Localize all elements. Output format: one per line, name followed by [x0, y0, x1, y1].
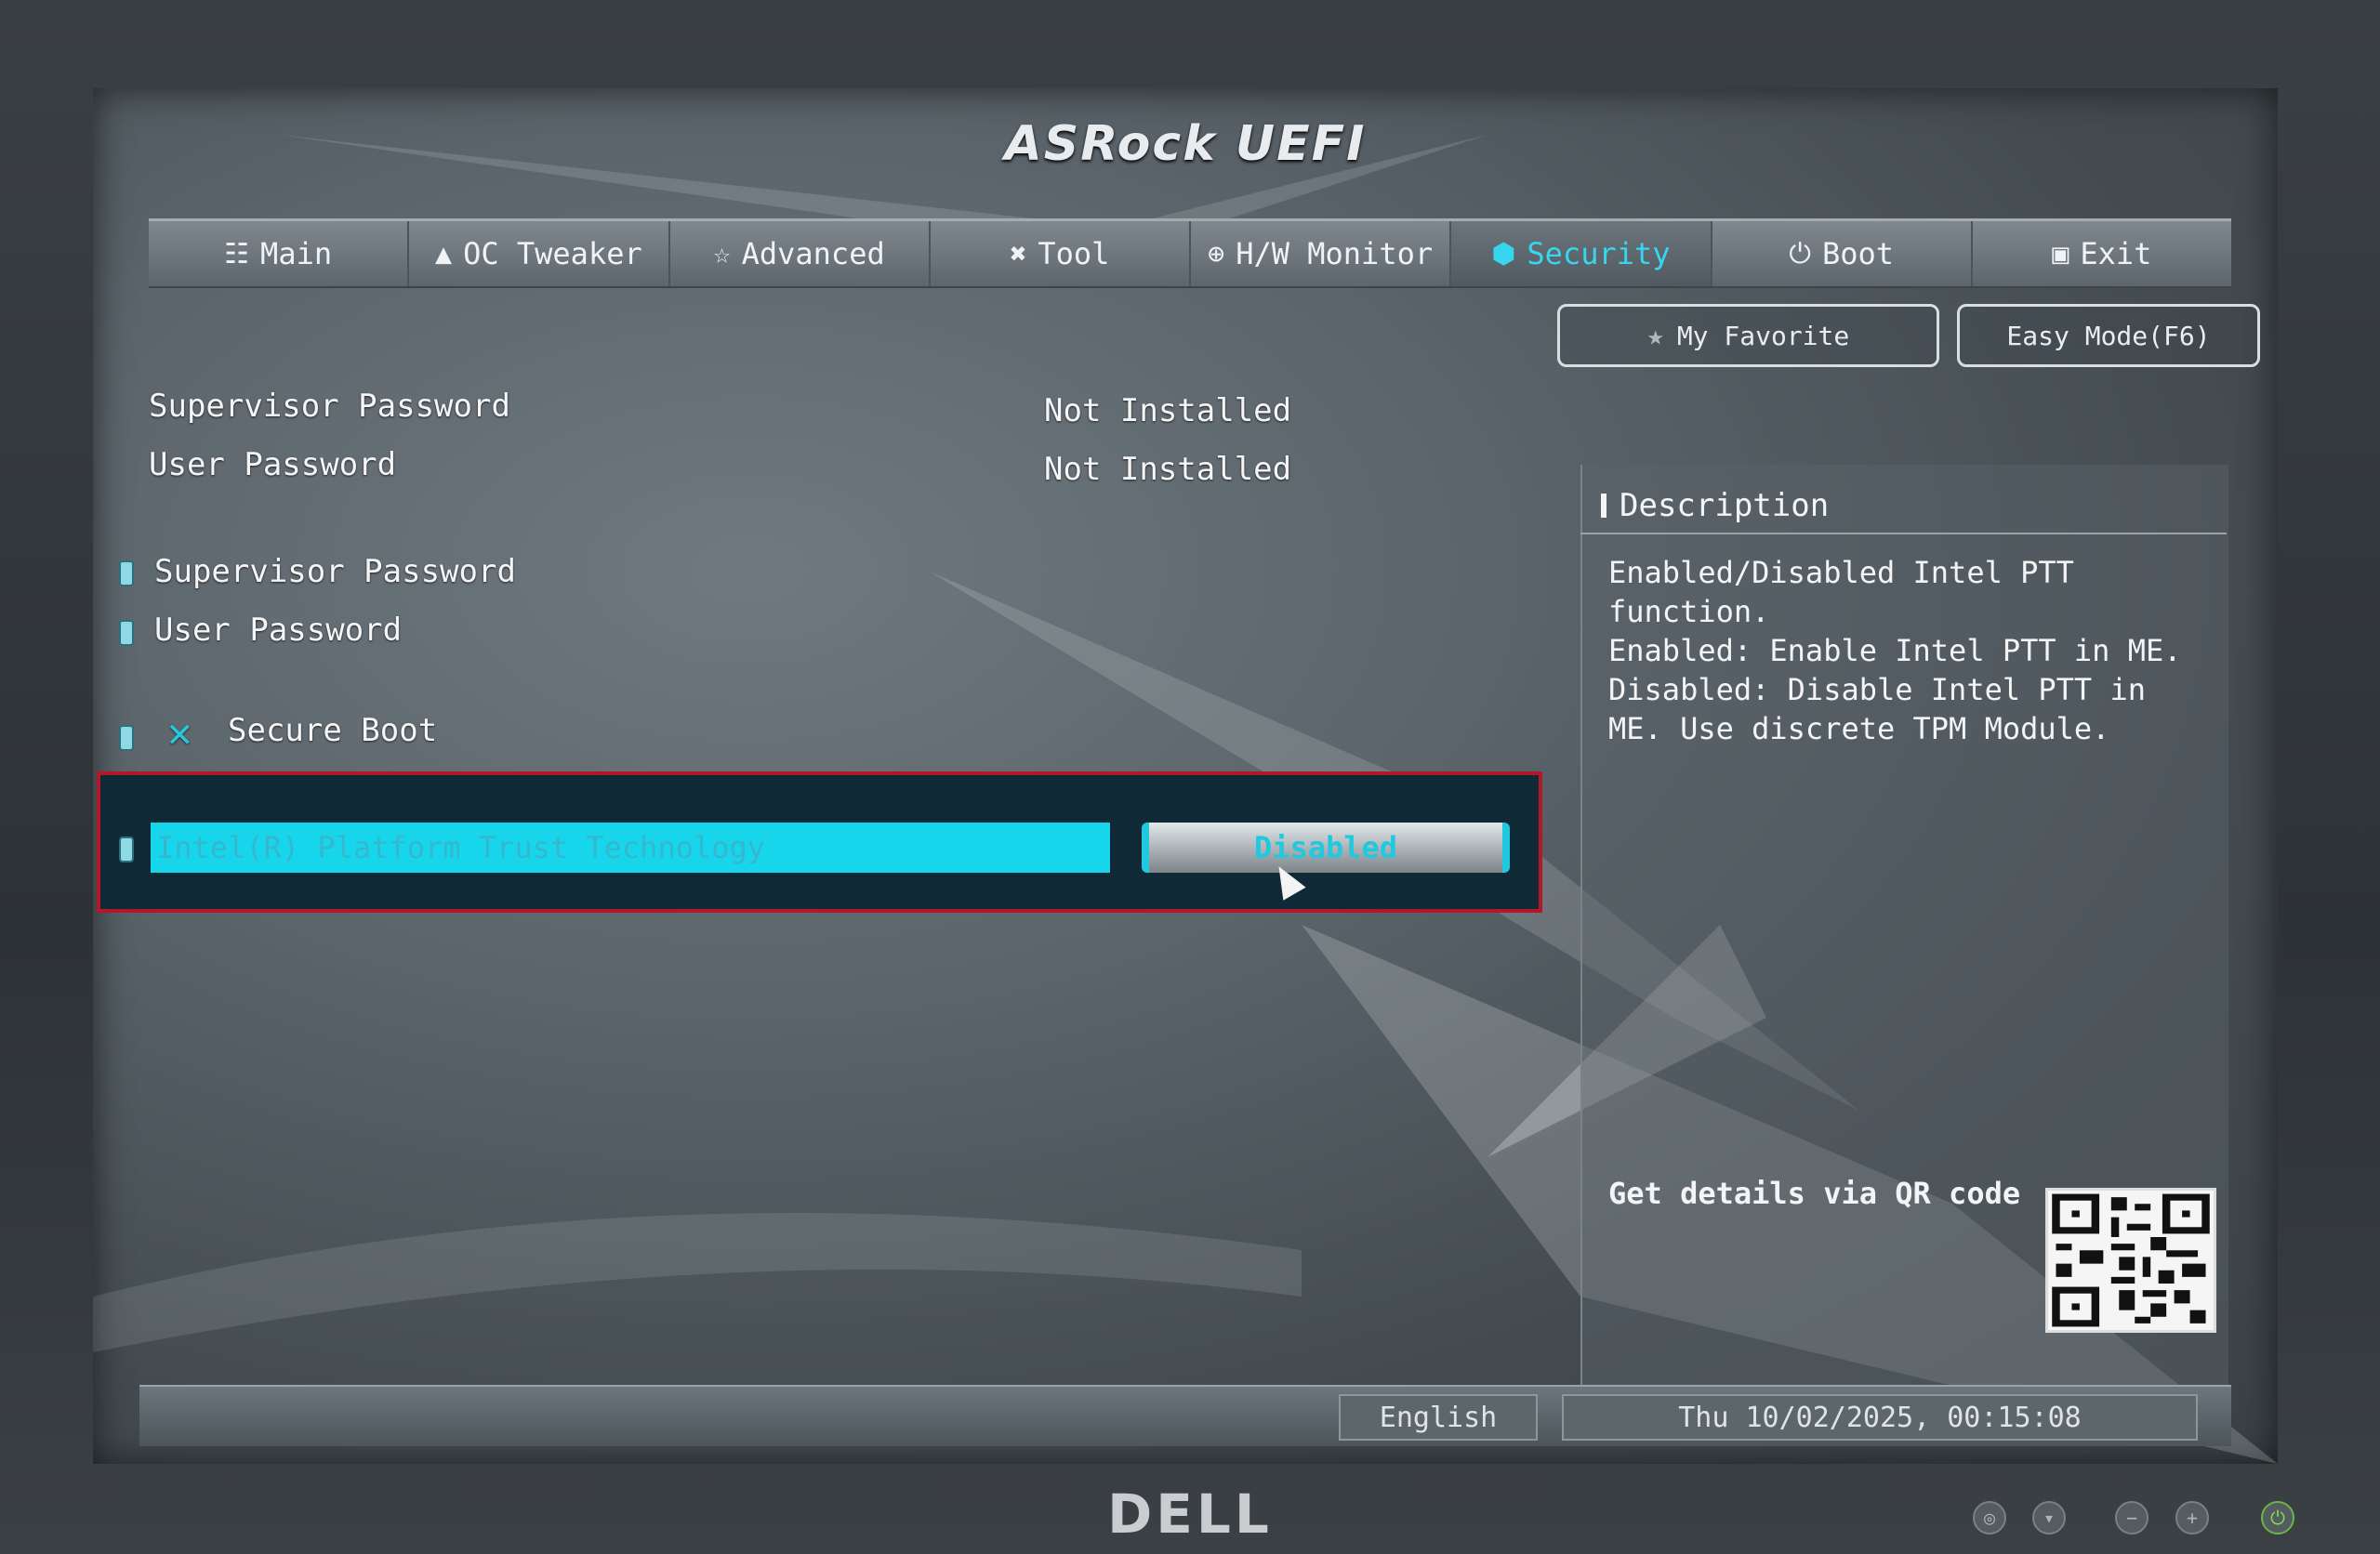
- menu-item-user-password[interactable]: User Password: [154, 612, 402, 649]
- qr-code-icon: [2045, 1188, 2216, 1333]
- status-label-user: User Password: [149, 446, 397, 483]
- status-value-supervisor: Not Installed: [1044, 392, 1292, 429]
- crosshair-icon: ⊕: [1208, 237, 1225, 270]
- info-bar-icon: [1601, 494, 1606, 518]
- menu-item-secure-boot[interactable]: Secure Boot: [228, 712, 437, 749]
- monitor-power-icon[interactable]: ⏻: [2261, 1501, 2294, 1534]
- rocket-icon: ▲: [435, 237, 453, 270]
- easy-mode-button[interactable]: Easy Mode(F6): [1957, 304, 2260, 367]
- item-bullet-icon: [119, 620, 134, 646]
- uefi-screen: ASRock UEFI ☷ Main ▲ OC Tweaker ☆ Advanced …: [93, 88, 2278, 1464]
- status-label-supervisor: Supervisor Password: [149, 388, 510, 425]
- tools-icon: ✖: [1010, 237, 1027, 270]
- list-icon: ☷: [224, 237, 250, 270]
- tab-boot[interactable]: ⏻ Boot: [1712, 221, 1973, 286]
- tab-exit[interactable]: ▣ Exit: [1973, 221, 2231, 286]
- item-bullet-icon: [119, 836, 134, 863]
- monitor-input-button[interactable]: ◎: [1973, 1501, 2006, 1534]
- power-icon: ⏻: [1789, 237, 1811, 270]
- tab-security[interactable]: ⬢ Security: [1451, 221, 1712, 286]
- date-time-display: Thu 10/02/2025, 00:15:08: [1562, 1394, 2198, 1441]
- shield-icon: ⬢: [1491, 237, 1516, 270]
- monitor-minus-button[interactable]: −: [2115, 1501, 2149, 1534]
- menu-item-intel-ptt[interactable]: Intel(R) Platform Trust Technology: [151, 823, 1110, 873]
- my-favorite-button[interactable]: ★ My Favorite: [1557, 304, 1939, 367]
- exit-icon: ▣: [2052, 237, 2069, 270]
- tab-bar: ☷ Main ▲ OC Tweaker ☆ Advanced ✖ Tool ⊕ H/W M…: [149, 218, 2231, 288]
- tab-main[interactable]: ☷ Main: [149, 221, 410, 286]
- menu-item-supervisor-password[interactable]: Supervisor Password: [154, 553, 516, 590]
- star-icon: ☆: [713, 237, 731, 270]
- tab-advanced[interactable]: ☆ Advanced: [670, 221, 931, 286]
- language-selector[interactable]: English: [1339, 1394, 1538, 1441]
- intel-ptt-value-dropdown[interactable]: Disabled: [1142, 823, 1510, 873]
- tools-icon: ✕: [167, 709, 192, 757]
- monitor-brand-logo: DELL: [1107, 1482, 1273, 1546]
- monitor-menu-button[interactable]: ▾: [2032, 1501, 2066, 1534]
- item-bullet-icon: [119, 725, 134, 751]
- tab-hw-monitor[interactable]: ⊕ H/W Monitor: [1191, 221, 1452, 286]
- tab-oc-tweaker[interactable]: ▲ OC Tweaker: [409, 221, 670, 286]
- monitor-plus-button[interactable]: +: [2175, 1501, 2209, 1534]
- star-icon: ★: [1646, 319, 1664, 352]
- qr-label: Get details via QR code: [1608, 1176, 2021, 1211]
- description-header: Description: [1580, 479, 2227, 534]
- app-title: ASRock UEFI: [1004, 116, 1367, 172]
- status-value-user: Not Installed: [1044, 451, 1292, 488]
- item-bullet-icon: [119, 560, 134, 586]
- description-text: Enabled/Disabled Intel PTT function. Ena…: [1608, 555, 2182, 746]
- tab-tool[interactable]: ✖ Tool: [931, 221, 1191, 286]
